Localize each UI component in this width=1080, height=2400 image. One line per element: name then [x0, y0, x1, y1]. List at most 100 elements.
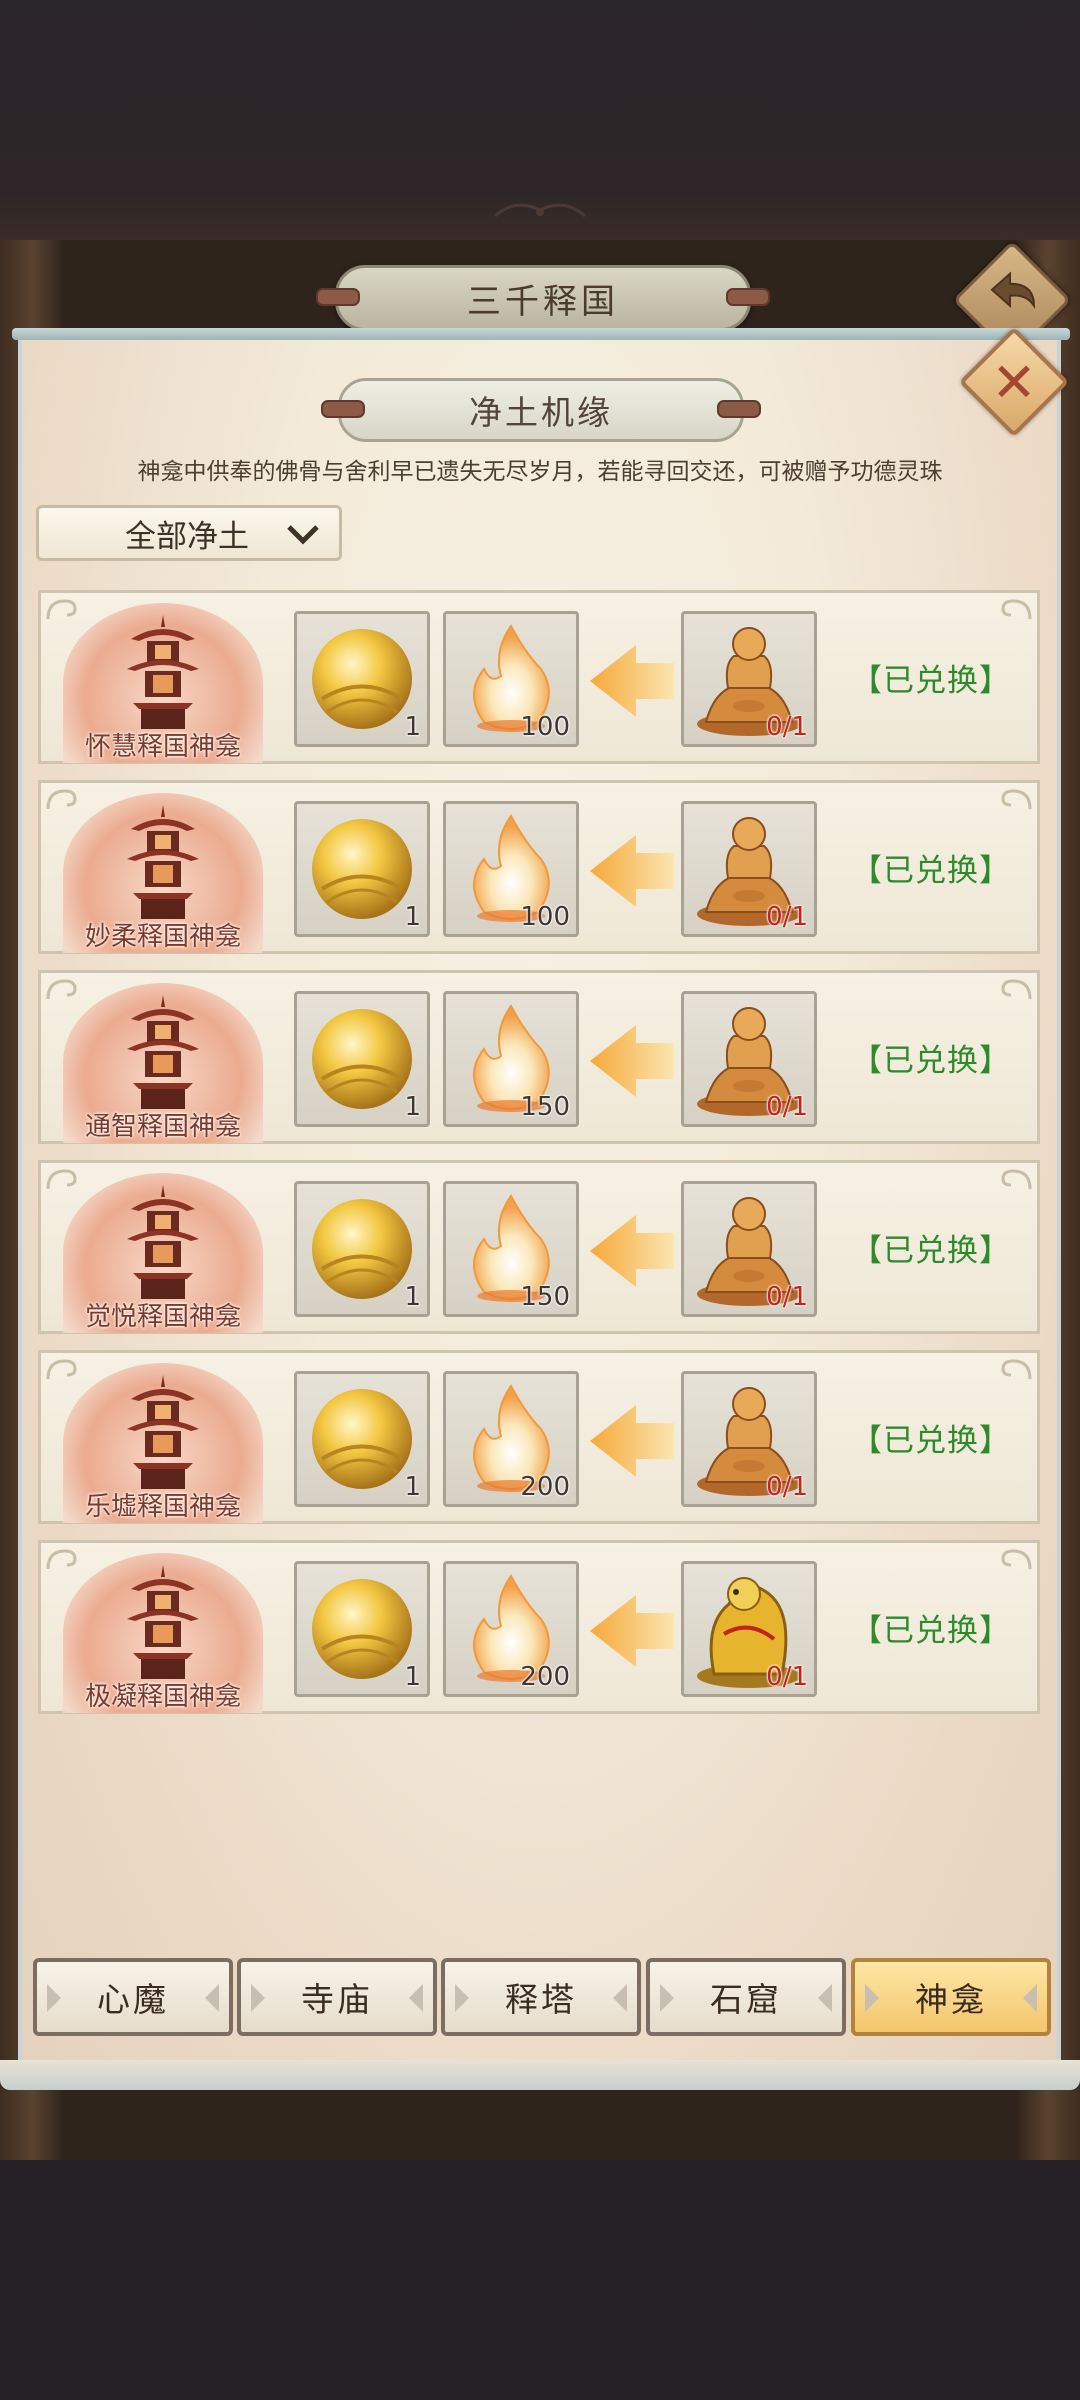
required-item-slot[interactable]: 0/1 — [681, 611, 817, 747]
orb-quantity: 1 — [404, 712, 421, 742]
tab-arrow-right-icon — [613, 1984, 627, 2012]
subtitle-knob-right — [717, 400, 761, 418]
shrine-emblem: 觉悦释国神龛 — [53, 1173, 273, 1333]
arrow-left-icon — [590, 645, 674, 717]
required-item-slot[interactable]: 0/1 — [681, 1181, 817, 1317]
flame-quantity: 200 — [520, 1662, 570, 1692]
tab-5[interactable]: 神龛 — [851, 1958, 1051, 2036]
orb-quantity: 1 — [404, 1092, 421, 1122]
shrine-emblem: 妙柔释国神龛 — [53, 793, 273, 953]
reward-flame-slot[interactable]: 200 — [443, 1371, 579, 1507]
exchanged-status: 【已兑换】 — [851, 853, 1011, 889]
corner-ornament-icon — [1001, 1169, 1032, 1190]
tab-label: 寺庙 — [301, 1980, 373, 2019]
arrow-left-icon — [590, 1215, 674, 1287]
tab-label: 神龛 — [915, 1980, 987, 2019]
required-item-slot[interactable]: 0/1 — [681, 801, 817, 937]
exchanged-status: 【已兑换】 — [851, 1233, 1011, 1269]
shrine-emblem: 乐墟释国神龛 — [53, 1363, 273, 1523]
tab-arrow-left-icon — [455, 1984, 469, 2012]
required-item-slot[interactable]: 0/1 — [681, 1371, 817, 1507]
required-count: 0/1 — [766, 1282, 808, 1312]
chevron-down-icon — [287, 525, 319, 545]
back-arrow-icon — [990, 271, 1036, 310]
reward-orb-slot[interactable]: 1 — [294, 801, 430, 937]
reward-orb-slot[interactable]: 1 — [294, 1371, 430, 1507]
tab-label: 心魔 — [97, 1980, 169, 2019]
shrine-emblem: 怀慧释国神龛 — [53, 603, 273, 763]
flame-quantity: 200 — [520, 1472, 570, 1502]
pagoda-icon — [127, 1185, 199, 1299]
tab-arrow-right-icon — [818, 1984, 832, 2012]
corner-ornament-icon — [1001, 1359, 1032, 1380]
corner-ornament-icon — [1001, 599, 1032, 620]
arrow-left-icon — [590, 1595, 674, 1667]
pagoda-icon — [127, 805, 199, 919]
arrow-left-icon — [590, 1025, 674, 1097]
pagoda-icon — [127, 1375, 199, 1489]
tab-label: 石窟 — [710, 1980, 782, 2019]
exchange-row: 觉悦释国神龛 1 150 0/1 【已兑换】 — [38, 1160, 1040, 1334]
shrine-name: 怀慧释国神龛 — [84, 732, 241, 762]
top-ornament-icon — [493, 203, 587, 218]
window-title-plate: 三千释国 — [316, 265, 770, 331]
reward-orb-slot[interactable]: 1 — [294, 611, 430, 747]
exchange-row: 通智释国神龛 1 150 0/1 【已兑换】 — [38, 970, 1040, 1144]
region-filter-dropdown[interactable]: 全部净土 — [36, 505, 342, 561]
required-count: 0/1 — [766, 902, 808, 932]
subtitle-knob-left — [321, 400, 365, 418]
shrine-name: 通智释国神龛 — [84, 1112, 241, 1142]
filter-selected-value: 全部净土 — [125, 518, 249, 555]
flame-quantity: 150 — [520, 1282, 570, 1312]
reward-orb-slot[interactable]: 1 — [294, 1181, 430, 1317]
shrine-emblem: 通智释国神龛 — [53, 983, 273, 1143]
reward-orb-slot[interactable]: 1 — [294, 991, 430, 1127]
bottom-backdrop — [0, 2160, 1080, 2400]
shrine-name: 极凝释国神龛 — [84, 1682, 241, 1712]
reward-flame-slot[interactable]: 100 — [443, 611, 579, 747]
reward-flame-slot[interactable]: 100 — [443, 801, 579, 937]
corner-ornament-icon — [1001, 979, 1032, 1000]
required-item-slot[interactable]: 0/1 — [681, 991, 817, 1127]
shrine-emblem: 极凝释国神龛 — [53, 1553, 273, 1713]
close-icon: ✕ — [991, 350, 1037, 414]
required-count: 0/1 — [766, 712, 808, 742]
tab-arrow-left-icon — [660, 1984, 674, 2012]
exchange-row: 乐墟释国神龛 1 200 0/1 【已兑换】 — [38, 1350, 1040, 1524]
reward-flame-slot[interactable]: 150 — [443, 1181, 579, 1317]
required-count: 0/1 — [766, 1092, 808, 1122]
shrine-name: 妙柔释国神龛 — [84, 922, 241, 952]
reward-orb-slot[interactable]: 1 — [294, 1561, 430, 1697]
exchange-row: 妙柔释国神龛 1 100 0/1 【已兑换】 — [38, 780, 1040, 954]
tab-arrow-left-icon — [865, 1984, 879, 2012]
pagoda-icon — [127, 995, 199, 1109]
pagoda-icon — [127, 1565, 199, 1679]
shrine-name: 觉悦释国神龛 — [84, 1302, 241, 1332]
scroll-top-rod — [12, 328, 1070, 340]
required-item-slot[interactable]: 0/1 — [681, 1561, 817, 1697]
exchanged-status: 【已兑换】 — [851, 1423, 1011, 1459]
orb-quantity: 1 — [404, 902, 421, 932]
flame-quantity: 100 — [520, 902, 570, 932]
orb-quantity: 1 — [404, 1662, 421, 1692]
orb-quantity: 1 — [404, 1472, 421, 1502]
tab-4[interactable]: 石窟 — [646, 1958, 846, 2036]
reward-flame-slot[interactable]: 150 — [443, 991, 579, 1127]
scroll-bottom-edge — [0, 2060, 1080, 2090]
exchanged-status: 【已兑换】 — [851, 663, 1011, 699]
tab-arrow-left-icon — [251, 1984, 265, 2012]
window-title: 三千释国 — [467, 281, 619, 322]
tab-1[interactable]: 心魔 — [33, 1958, 233, 2036]
panel-subtitle: 净土机缘 — [469, 393, 613, 432]
pagoda-icon — [127, 615, 199, 729]
tab-arrow-left-icon — [47, 1984, 61, 2012]
corner-ornament-icon — [1001, 1549, 1032, 1570]
tab-2[interactable]: 寺庙 — [237, 1958, 437, 2036]
tab-3[interactable]: 释塔 — [441, 1958, 641, 2036]
tab-arrow-right-icon — [1023, 1984, 1037, 2012]
flame-quantity: 100 — [520, 712, 570, 742]
reward-flame-slot[interactable]: 200 — [443, 1561, 579, 1697]
arrow-left-icon — [590, 835, 674, 907]
required-count: 0/1 — [766, 1662, 808, 1692]
orb-quantity: 1 — [404, 1282, 421, 1312]
